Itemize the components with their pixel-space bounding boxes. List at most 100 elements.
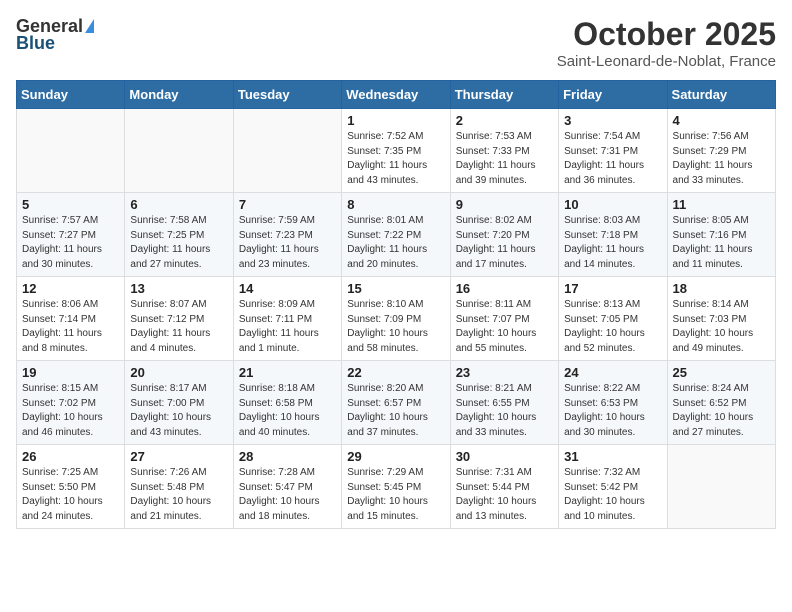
day-number: 7 [239,197,336,212]
day-number: 26 [22,449,119,464]
day-info: Sunrise: 7:54 AM Sunset: 7:31 PM Dayligh… [564,130,661,188]
day-info: Sunrise: 7:59 AM Sunset: 7:23 PM Dayligh… [239,214,336,272]
day-info: Sunrise: 8:06 AM Sunset: 7:14 PM Dayligh… [22,298,119,356]
weekday-header-saturday: Saturday [667,81,775,109]
calendar-day-3: 3 Sunrise: 7:54 AM Sunset: 7:31 PM Daylig… [559,109,667,193]
day-number: 25 [673,365,770,380]
day-info: Sunrise: 8:24 AM Sunset: 6:52 PM Dayligh… [673,382,770,440]
calendar-day-27: 27 Sunrise: 7:26 AM Sunset: 5:48 PM Dayli… [125,445,233,529]
day-info: Sunrise: 8:05 AM Sunset: 7:16 PM Dayligh… [673,214,770,272]
day-info: Sunrise: 7:28 AM Sunset: 5:47 PM Dayligh… [239,466,336,524]
day-info: Sunrise: 8:20 AM Sunset: 6:57 PM Dayligh… [347,382,444,440]
day-number: 21 [239,365,336,380]
calendar-day-26: 26 Sunrise: 7:25 AM Sunset: 5:50 PM Dayli… [17,445,125,529]
day-info: Sunrise: 7:26 AM Sunset: 5:48 PM Dayligh… [130,466,227,524]
calendar-header-row: SundayMondayTuesdayWednesdayThursdayFrid… [17,81,776,109]
title-area: October 2025 Saint-Leonard-de-Noblat, Fr… [557,16,776,70]
day-info: Sunrise: 7:57 AM Sunset: 7:27 PM Dayligh… [22,214,119,272]
day-number: 28 [239,449,336,464]
day-info: Sunrise: 7:53 AM Sunset: 7:33 PM Dayligh… [456,130,553,188]
calendar-day-20: 20 Sunrise: 8:17 AM Sunset: 7:00 PM Dayli… [125,361,233,445]
day-number: 24 [564,365,661,380]
calendar-table: SundayMondayTuesdayWednesdayThursdayFrid… [16,80,776,529]
day-info: Sunrise: 7:29 AM Sunset: 5:45 PM Dayligh… [347,466,444,524]
day-info: Sunrise: 8:01 AM Sunset: 7:22 PM Dayligh… [347,214,444,272]
calendar-day-30: 30 Sunrise: 7:31 AM Sunset: 5:44 PM Dayli… [450,445,558,529]
day-info: Sunrise: 8:02 AM Sunset: 7:20 PM Dayligh… [456,214,553,272]
logo: General Blue [16,16,94,54]
day-number: 10 [564,197,661,212]
day-number: 20 [130,365,227,380]
calendar-day-29: 29 Sunrise: 7:29 AM Sunset: 5:45 PM Dayli… [342,445,450,529]
day-number: 8 [347,197,444,212]
day-info: Sunrise: 8:21 AM Sunset: 6:55 PM Dayligh… [456,382,553,440]
day-number: 17 [564,281,661,296]
day-info: Sunrise: 8:14 AM Sunset: 7:03 PM Dayligh… [673,298,770,356]
calendar-day-4: 4 Sunrise: 7:56 AM Sunset: 7:29 PM Daylig… [667,109,775,193]
calendar-day-21: 21 Sunrise: 8:18 AM Sunset: 6:58 PM Dayli… [233,361,341,445]
day-number: 14 [239,281,336,296]
day-number: 19 [22,365,119,380]
calendar-day-17: 17 Sunrise: 8:13 AM Sunset: 7:05 PM Dayli… [559,277,667,361]
weekday-header-sunday: Sunday [17,81,125,109]
calendar-empty-cell [17,109,125,193]
day-info: Sunrise: 8:07 AM Sunset: 7:12 PM Dayligh… [130,298,227,356]
day-info: Sunrise: 7:32 AM Sunset: 5:42 PM Dayligh… [564,466,661,524]
day-number: 2 [456,113,553,128]
day-info: Sunrise: 7:31 AM Sunset: 5:44 PM Dayligh… [456,466,553,524]
calendar-day-19: 19 Sunrise: 8:15 AM Sunset: 7:02 PM Dayli… [17,361,125,445]
weekday-header-tuesday: Tuesday [233,81,341,109]
calendar-week-row: 5 Sunrise: 7:57 AM Sunset: 7:27 PM Daylig… [17,193,776,277]
day-number: 22 [347,365,444,380]
calendar-day-7: 7 Sunrise: 7:59 AM Sunset: 7:23 PM Daylig… [233,193,341,277]
day-info: Sunrise: 8:18 AM Sunset: 6:58 PM Dayligh… [239,382,336,440]
day-number: 3 [564,113,661,128]
day-number: 16 [456,281,553,296]
calendar-day-5: 5 Sunrise: 7:57 AM Sunset: 7:27 PM Daylig… [17,193,125,277]
day-number: 30 [456,449,553,464]
logo-blue-text: Blue [16,33,55,54]
day-info: Sunrise: 8:15 AM Sunset: 7:02 PM Dayligh… [22,382,119,440]
day-info: Sunrise: 8:09 AM Sunset: 7:11 PM Dayligh… [239,298,336,356]
calendar-day-13: 13Sunrise: 8:07 AM Sunset: 7:12 PM Dayli… [125,277,233,361]
day-info: Sunrise: 7:25 AM Sunset: 5:50 PM Dayligh… [22,466,119,524]
calendar-week-row: 1 Sunrise: 7:52 AM Sunset: 7:35 PM Daylig… [17,109,776,193]
weekday-header-thursday: Thursday [450,81,558,109]
calendar-empty-cell [233,109,341,193]
day-number: 6 [130,197,227,212]
day-number: 1 [347,113,444,128]
calendar-week-row: 12 Sunrise: 8:06 AM Sunset: 7:14 PM Dayli… [17,277,776,361]
calendar-day-6: 6Sunrise: 7:58 AM Sunset: 7:25 PM Daylig… [125,193,233,277]
calendar-day-24: 24 Sunrise: 8:22 AM Sunset: 6:53 PM Dayli… [559,361,667,445]
day-number: 4 [673,113,770,128]
calendar-empty-cell [125,109,233,193]
calendar-day-12: 12 Sunrise: 8:06 AM Sunset: 7:14 PM Dayli… [17,277,125,361]
day-number: 5 [22,197,119,212]
calendar-week-row: 19 Sunrise: 8:15 AM Sunset: 7:02 PM Dayli… [17,361,776,445]
weekday-header-wednesday: Wednesday [342,81,450,109]
calendar-day-2: 2 Sunrise: 7:53 AM Sunset: 7:33 PM Daylig… [450,109,558,193]
day-number: 12 [22,281,119,296]
day-info: Sunrise: 7:52 AM Sunset: 7:35 PM Dayligh… [347,130,444,188]
day-number: 15 [347,281,444,296]
calendar-day-22: 22 Sunrise: 8:20 AM Sunset: 6:57 PM Dayli… [342,361,450,445]
calendar-day-28: 28 Sunrise: 7:28 AM Sunset: 5:47 PM Dayli… [233,445,341,529]
weekday-header-friday: Friday [559,81,667,109]
day-info: Sunrise: 8:17 AM Sunset: 7:00 PM Dayligh… [130,382,227,440]
calendar-day-23: 23Sunrise: 8:21 AM Sunset: 6:55 PM Dayli… [450,361,558,445]
day-info: Sunrise: 7:56 AM Sunset: 7:29 PM Dayligh… [673,130,770,188]
day-number: 11 [673,197,770,212]
month-title: October 2025 [557,16,776,53]
day-info: Sunrise: 8:11 AM Sunset: 7:07 PM Dayligh… [456,298,553,356]
day-number: 27 [130,449,227,464]
day-number: 18 [673,281,770,296]
location-title: Saint-Leonard-de-Noblat, France [557,53,776,70]
calendar-day-25: 25 Sunrise: 8:24 AM Sunset: 6:52 PM Dayli… [667,361,775,445]
calendar-day-10: 10Sunrise: 8:03 AM Sunset: 7:18 PM Dayli… [559,193,667,277]
day-number: 29 [347,449,444,464]
day-number: 31 [564,449,661,464]
day-info: Sunrise: 8:13 AM Sunset: 7:05 PM Dayligh… [564,298,661,356]
day-info: Sunrise: 8:22 AM Sunset: 6:53 PM Dayligh… [564,382,661,440]
calendar-day-8: 8 Sunrise: 8:01 AM Sunset: 7:22 PM Daylig… [342,193,450,277]
calendar-day-9: 9Sunrise: 8:02 AM Sunset: 7:20 PM Daylig… [450,193,558,277]
